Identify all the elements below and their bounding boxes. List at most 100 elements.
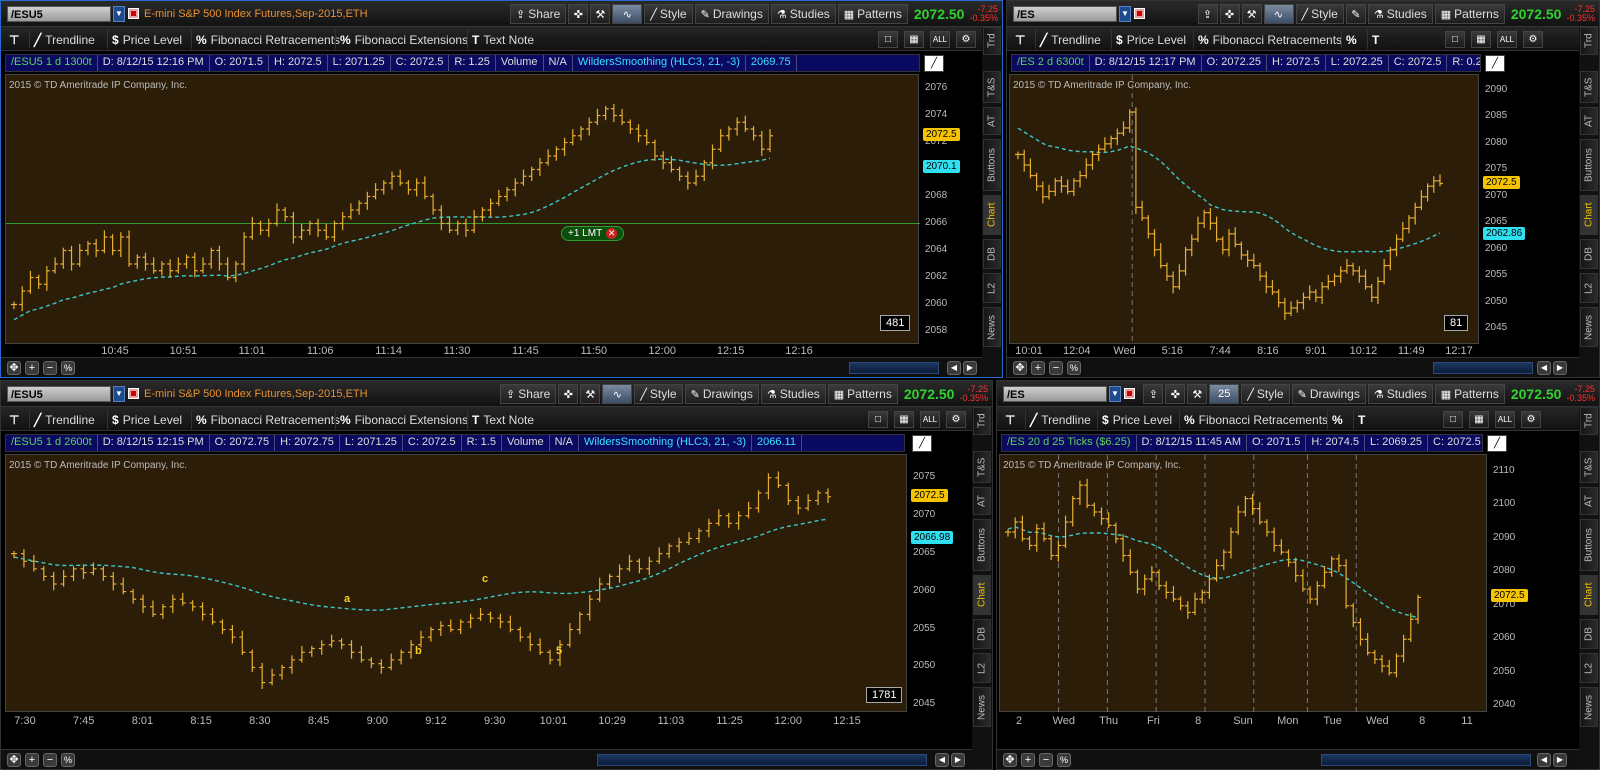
side-tab-trd[interactable]: Trd (1580, 27, 1598, 55)
oscillator-button[interactable]: ∿ (1263, 4, 1294, 24)
text-note-button[interactable]: T (1367, 30, 1383, 49)
side-tab-l2[interactable]: L2 (1580, 653, 1598, 683)
side-tab-at[interactable]: AT (983, 107, 1001, 135)
studies-button[interactable]: ⚗ Studies (1367, 384, 1433, 404)
fib-retracements-button[interactable]: % Fibonacci Retracements (191, 30, 344, 49)
percent-button[interactable]: % (1067, 361, 1081, 375)
price-axis[interactable]: 2076207420722070206820662064206220602058… (921, 74, 981, 344)
side-tab-l2[interactable]: L2 (973, 653, 991, 683)
zoom-in-button[interactable]: + (1031, 361, 1045, 375)
symbol-input[interactable]: /ESU5 (7, 386, 111, 402)
settings-tool-button[interactable]: ⚒ (590, 4, 611, 24)
symbol-input[interactable]: /ESU5 (7, 6, 111, 22)
all-button[interactable]: ALL (920, 411, 940, 428)
style-button[interactable]: ╱ Style (634, 384, 683, 404)
crosshair-tool-button[interactable]: ✜ (558, 384, 579, 404)
horizontal-scrollbar[interactable] (1433, 362, 1533, 374)
trendline-button[interactable]: ╱ Trendline (29, 410, 99, 429)
zoom-out-button[interactable]: − (43, 361, 57, 375)
drawings-button[interactable]: ✎ Drawings (694, 4, 769, 24)
scroll-right-button[interactable]: ▶ (963, 361, 977, 375)
trendline-button[interactable]: ╱ Trendline (1035, 30, 1105, 49)
grid-layout-button[interactable]: ▦ (1471, 31, 1491, 48)
pan-button[interactable]: ✥ (7, 753, 21, 767)
fib-extensions-button[interactable]: % Fibonacci Extensions (335, 30, 472, 49)
price-axis[interactable]: 2110 2100 2090 2080 2070 2060 2050 2040 2072.5 (1489, 454, 1549, 712)
side-tab-l2[interactable]: L2 (1580, 273, 1598, 303)
style-button[interactable]: ╱ Style (1241, 384, 1290, 404)
fib-extensions-button[interactable]: % Fibonacci Extensions (335, 410, 472, 429)
pin-button[interactable]: ⊤ (5, 30, 23, 49)
side-tab-ts[interactable]: T&S (1580, 451, 1598, 483)
side-tab-trd[interactable]: Trd (983, 27, 1001, 55)
crosshair-tool-button[interactable]: ✜ (1219, 4, 1240, 24)
share-button[interactable]: ⇪ Share (500, 384, 557, 404)
cancel-order-icon[interactable]: ✕ (606, 228, 618, 239)
horizontal-scrollbar[interactable] (849, 362, 939, 374)
side-tab-trd[interactable]: Trd (1580, 407, 1598, 435)
pin-button[interactable]: ⊤ (1001, 410, 1019, 429)
side-tab-chart[interactable]: Chart (973, 575, 991, 615)
grid-layout-button[interactable]: ▦ (1469, 411, 1489, 428)
style-button[interactable]: ╱ Style (1295, 4, 1344, 24)
all-button[interactable]: ALL (930, 31, 950, 48)
patterns-button[interactable]: ▦ Patterns (1434, 384, 1505, 404)
all-button[interactable]: ALL (1497, 31, 1517, 48)
single-layout-button[interactable]: □ (1445, 31, 1465, 48)
oscillator-button[interactable]: ∿ (602, 384, 633, 404)
single-layout-button[interactable]: □ (878, 31, 898, 48)
patterns-button[interactable]: ▦ Patterns (827, 384, 898, 404)
side-tab-ts[interactable]: T&S (983, 71, 1001, 103)
settings-tool-button[interactable]: ⚒ (1241, 4, 1262, 24)
fib-retracements-button[interactable]: % Fibonacci Retracements (191, 410, 344, 429)
side-tab-buttons[interactable]: Buttons (1580, 519, 1598, 571)
patterns-button[interactable]: ▦ Patterns (837, 4, 908, 24)
scroll-right-button[interactable]: ▶ (1553, 753, 1567, 767)
fib-retracements-button[interactable]: % Fibonacci Retracements (1179, 410, 1332, 429)
symbol-dropdown-button[interactable]: ▼ (113, 6, 125, 22)
side-tab-db[interactable]: DB (973, 619, 991, 649)
zoom-in-button[interactable]: + (25, 361, 39, 375)
fib-extensions-button[interactable]: % (1327, 410, 1347, 429)
single-layout-button[interactable]: □ (1443, 411, 1463, 428)
side-tab-buttons[interactable]: Buttons (983, 139, 1001, 191)
price-axis[interactable]: 2090 2085 2080 2075 2070 2065 2060 2055 2050 2045… (1481, 74, 1541, 344)
horizontal-scrollbar[interactable] (597, 754, 927, 766)
style-button[interactable]: ╱ Style (644, 4, 693, 24)
chart-settings-button[interactable]: ⚙ (956, 31, 976, 48)
fib-extensions-button[interactable]: % (1341, 30, 1361, 49)
side-tab-news[interactable]: News (1580, 307, 1598, 347)
link-color-icon[interactable] (128, 8, 139, 19)
patterns-button[interactable]: ▦ Patterns (1434, 4, 1505, 24)
pan-button[interactable]: ✥ (7, 361, 21, 375)
zoom-in-button[interactable]: + (25, 753, 39, 767)
side-tab-chart[interactable]: Chart (1580, 575, 1598, 615)
scroll-right-button[interactable]: ▶ (1553, 361, 1567, 375)
expand-chart-button[interactable]: ╱ (912, 435, 932, 452)
horizontal-scrollbar[interactable] (1321, 754, 1531, 766)
side-tab-news[interactable]: News (1580, 687, 1598, 727)
pan-button[interactable]: ✥ (1003, 753, 1017, 767)
side-tab-chart[interactable]: Chart (983, 195, 1001, 235)
grid-layout-button[interactable]: ▦ (904, 31, 924, 48)
studies-button[interactable]: ⚗ Studies (1367, 4, 1433, 24)
link-color-icon[interactable] (128, 388, 139, 399)
scroll-left-button[interactable]: ◀ (947, 361, 961, 375)
side-tab-buttons[interactable]: Buttons (973, 519, 991, 571)
percent-button[interactable]: % (61, 361, 75, 375)
symbol-dropdown-button[interactable]: ▼ (113, 386, 125, 402)
pin-button[interactable]: ⊤ (5, 410, 23, 429)
price-level-button[interactable]: $ Price Level (107, 30, 186, 49)
share-button[interactable]: ⇪ Share (510, 4, 567, 24)
zoom-out-button[interactable]: − (1039, 753, 1053, 767)
symbol-input[interactable]: /ES (1013, 6, 1117, 22)
zoom-out-button[interactable]: − (43, 753, 57, 767)
drawings-button[interactable]: ✎ Drawings (1291, 384, 1366, 404)
side-tab-at[interactable]: AT (1580, 487, 1598, 515)
side-tab-l2[interactable]: L2 (983, 273, 1001, 303)
side-tab-db[interactable]: DB (983, 239, 1001, 269)
zoom-out-button[interactable]: − (1049, 361, 1063, 375)
side-tab-db[interactable]: DB (1580, 619, 1598, 649)
limit-order-bubble[interactable]: +1 LMT ✕ (561, 226, 625, 241)
percent-button[interactable]: % (1057, 753, 1071, 767)
